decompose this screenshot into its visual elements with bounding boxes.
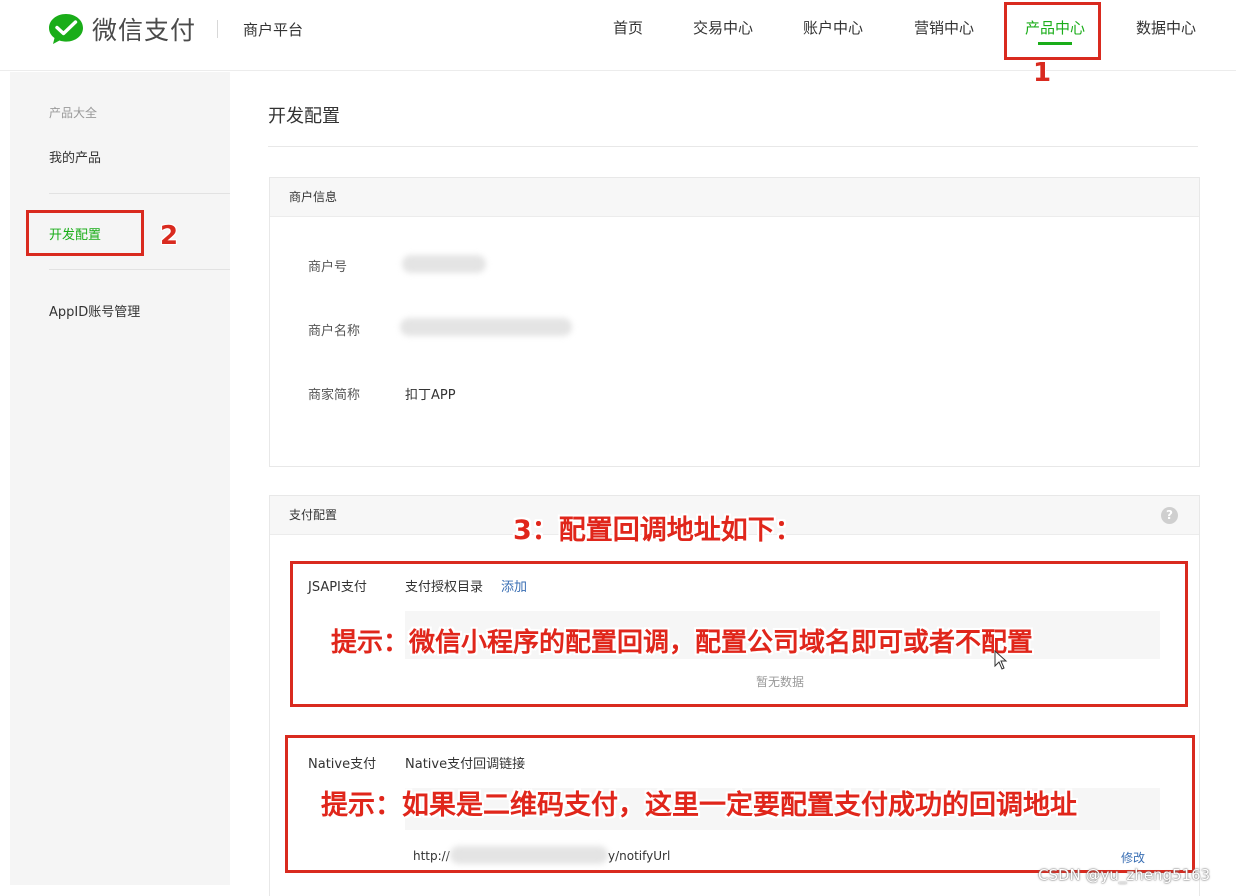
annotation-tip-native: 提示：如果是二维码支付，这里一定要配置支付成功的回调地址 [321, 790, 1077, 821]
nav-account-center[interactable]: 账户中心 [803, 17, 863, 38]
sidebar-divider [49, 193, 230, 194]
page-title: 开发配置 [268, 106, 340, 127]
merchant-id-value-redacted [402, 255, 486, 273]
sidebar-item-my-products[interactable]: 我的产品 [49, 147, 101, 166]
nav-data-center[interactable]: 数据中心 [1136, 17, 1196, 38]
logo-divider [217, 20, 218, 38]
merchant-name-label: 商户名称 [308, 324, 361, 339]
merchant-info-panel-title: 商户信息 [270, 178, 1199, 217]
annotation-box-dev-config [26, 210, 144, 256]
annotation-step-2: 2 [160, 221, 179, 251]
title-divider [268, 146, 1198, 147]
nav-home[interactable]: 首页 [613, 17, 643, 38]
sidebar-divider [49, 269, 230, 270]
nav-marketing-center[interactable]: 营销中心 [914, 17, 974, 38]
nav-trade-center[interactable]: 交易中心 [693, 17, 753, 38]
annotation-step-1: 1 [1033, 58, 1052, 88]
annotation-tip-jsapi: 提示：微信小程序的配置回调，配置公司域名即可或者不配置 [331, 628, 1034, 658]
annotation-step-3: 3：配置回调地址如下： [513, 515, 802, 546]
wechat-pay-logo-icon [49, 14, 83, 44]
wechat-pay-logo[interactable]: 微信支付 [48, 12, 196, 46]
help-icon[interactable]: ? [1161, 507, 1178, 524]
merchant-short-name-value: 扣丁APP [405, 388, 456, 403]
merchant-short-name-label: 商家简称 [308, 388, 361, 403]
merchant-name-value-redacted [400, 318, 572, 336]
csdn-watermark: CSDN @yu_zheng5163 [1038, 866, 1211, 884]
mouse-cursor-icon [994, 650, 1008, 670]
sidebar-header: 产品大全 [49, 106, 98, 120]
logo-text: 微信支付 [92, 16, 197, 45]
annotation-box-product-center [1004, 2, 1101, 60]
merchant-id-label: 商户号 [308, 260, 348, 275]
sidebar-item-appid-management[interactable]: AppID账号管理 [49, 301, 140, 320]
platform-title: 商户平台 [243, 21, 304, 39]
